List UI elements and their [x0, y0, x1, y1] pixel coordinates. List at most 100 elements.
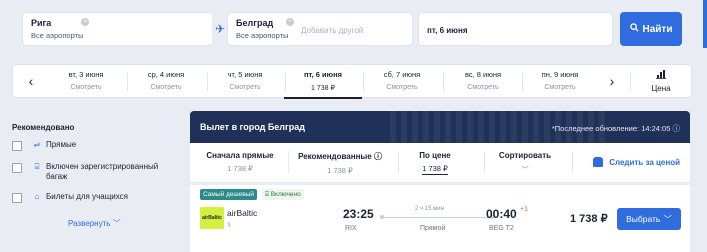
date-label: ср, 4 июня	[147, 70, 185, 79]
baggage-included-label: Включено	[270, 191, 301, 198]
sort-bar: Сначала прямые 1 738 ₽ Рекомендованные ⓘ…	[190, 143, 690, 183]
last-update: *Последнее обновление: 14:24:05 ⓘ	[552, 123, 680, 134]
sort-by-price[interactable]: По цене 1 738 ₽	[395, 151, 475, 175]
clear-destination-icon[interactable]: ×	[286, 18, 294, 26]
route-line	[380, 215, 494, 219]
date-label: вт, 3 июня	[68, 70, 104, 79]
sort-value: 1 738 ₽	[327, 166, 353, 175]
search-button-label: Найти	[642, 23, 673, 35]
side-accent	[703, 0, 707, 48]
origin-field[interactable]: Рига Все аэропорты ×	[22, 12, 212, 46]
price-sort-toggle[interactable]: Цена	[643, 69, 679, 93]
add-other-destination[interactable]: Добавить другой	[301, 26, 363, 35]
flight-card[interactable]: Самый дешевый ⌸ Включено airBaltic airBa…	[190, 185, 690, 252]
flight-duration: 2 ч 15 мин	[415, 206, 444, 212]
select-label: Выбрать	[626, 214, 661, 224]
checkbox[interactable]	[12, 141, 22, 151]
seat-icon: ⑊	[227, 222, 232, 229]
filter-label: Включен зарегистрированный багаж	[46, 162, 159, 181]
date-label: вс, 8 июня	[464, 70, 502, 79]
date-strip: ‹ вт, 3 июня Смотреть ср, 4 июня Смотрет…	[12, 64, 692, 99]
price-sort-label: Цена	[651, 84, 671, 93]
baggage-icon: ⌸	[34, 162, 40, 171]
destination-field[interactable]: Белград Все аэропорты × Добавить другой	[227, 12, 413, 46]
results-banner: Вылет в город Белград *Последнее обновле…	[190, 111, 690, 143]
track-price-label: Следить за ценой	[609, 157, 680, 167]
airline-name: airBaltic	[227, 208, 258, 218]
search-bar: Рига Все аэропорты × ✈ Белград Все аэроп…	[0, 0, 707, 60]
info-icon[interactable]: ⓘ	[374, 152, 382, 161]
chevron-down-icon: ﹀	[663, 214, 672, 224]
filter-student[interactable]: ⌂ Билеты для учащихся	[12, 192, 128, 203]
date-label: сб, 7 июня	[383, 70, 421, 79]
chevron-left-icon[interactable]: ‹	[21, 69, 41, 93]
date-label: пт, 6 июня	[304, 70, 342, 79]
departure-time: 23:25	[343, 207, 374, 221]
chevron-right-icon[interactable]: ›	[602, 69, 622, 93]
filters-title: Рекомендовано	[12, 123, 75, 132]
student-icon: ⌂	[34, 192, 40, 201]
divider	[288, 151, 289, 173]
departure-airport: RIX	[345, 225, 357, 232]
baggage-icon: ⌸	[265, 191, 269, 198]
expand-filters-button[interactable]: Развернуть ﹀	[68, 218, 121, 229]
bell-icon	[593, 157, 604, 167]
divider	[572, 151, 573, 173]
swap-airplane-icon[interactable]: ✈	[213, 22, 227, 36]
date-price: Смотреть	[229, 84, 261, 91]
info-icon[interactable]: ⓘ	[673, 124, 681, 133]
date-option[interactable]: вс, 8 июня Смотреть	[444, 70, 522, 91]
filter-label: Билеты для учащихся	[46, 192, 129, 201]
date-price: Смотреть	[544, 84, 576, 91]
chevron-down-icon: ﹀	[521, 165, 529, 174]
sort-dropdown[interactable]: Сортировать ﹀	[485, 151, 565, 175]
flight-price: 1 738 ₽	[570, 213, 608, 225]
day-offset-badge: +1	[520, 206, 528, 213]
date-price: Смотреть	[70, 84, 102, 91]
stops-label: Прямой	[420, 225, 446, 232]
date-label: пн, 9 июня	[541, 70, 579, 79]
select-flight-button[interactable]: Выбрать ﹀	[617, 208, 681, 230]
date-price: Смотреть	[467, 84, 499, 91]
filter-direct[interactable]: ⇌ Прямые	[12, 140, 76, 151]
sort-value: 1 738 ₽	[227, 164, 253, 173]
filter-baggage[interactable]: ⌸ Включен зарегистрированный багаж	[12, 162, 176, 182]
expand-label: Развернуть	[68, 219, 111, 228]
checkbox[interactable]	[12, 193, 22, 203]
banner-title: Вылет в город Белград	[200, 122, 305, 132]
date-option[interactable]: вт, 3 июня Смотреть	[47, 70, 125, 91]
date-option[interactable]: чт, 5 июня Смотреть	[206, 70, 284, 91]
sort-title: Сортировать	[498, 151, 552, 160]
origin-airports: Все аэропорты	[31, 31, 84, 40]
date-price: Смотреть	[150, 84, 182, 91]
date-option[interactable]: ср, 4 июня Смотреть	[127, 70, 205, 91]
bar-chart-icon	[643, 69, 679, 81]
sort-recommended[interactable]: Рекомендованные ⓘ 1 738 ₽	[290, 151, 390, 175]
sort-title-text: Рекомендованные	[298, 152, 372, 161]
airline-logo: airBaltic	[200, 207, 224, 229]
filters-sidebar: Рекомендовано ⇌ Прямые ⌸ Включен зарегис…	[0, 110, 185, 252]
origin-city: Рига	[31, 18, 52, 28]
direct-flight-icon: ⇌	[33, 140, 41, 149]
clear-origin-icon[interactable]: ×	[81, 18, 89, 26]
sort-direct-first[interactable]: Сначала прямые 1 738 ₽	[200, 151, 280, 173]
track-price-button[interactable]: Следить за ценой	[593, 157, 680, 167]
chevron-down-icon: ﹀	[112, 219, 121, 228]
sort-title: Сначала прямые	[206, 151, 274, 160]
filter-label: Прямые	[46, 140, 77, 149]
date-option[interactable]: пн, 9 июня Смотреть	[521, 70, 599, 91]
results-panel: Вылет в город Белград *Последнее обновле…	[190, 111, 690, 252]
sort-value: 1 738 ₽	[422, 164, 448, 175]
date-price: Смотреть	[386, 84, 418, 91]
sort-title: По цене	[419, 151, 451, 160]
search-icon	[629, 23, 639, 35]
checkbox[interactable]	[12, 163, 22, 173]
arrival-airport: BEG T2	[489, 225, 514, 232]
baggage-included-badge: ⌸ Включено	[262, 189, 304, 200]
divider	[630, 73, 631, 91]
date-option-selected[interactable]: пт, 6 июня 1 738 ₽	[284, 70, 362, 99]
date-field[interactable]: пт, 6 июня	[418, 12, 613, 46]
sort-title: Рекомендованные ⓘ	[290, 151, 390, 162]
search-button[interactable]: Найти	[620, 12, 682, 46]
date-option[interactable]: сб, 7 июня Смотреть	[363, 70, 441, 91]
